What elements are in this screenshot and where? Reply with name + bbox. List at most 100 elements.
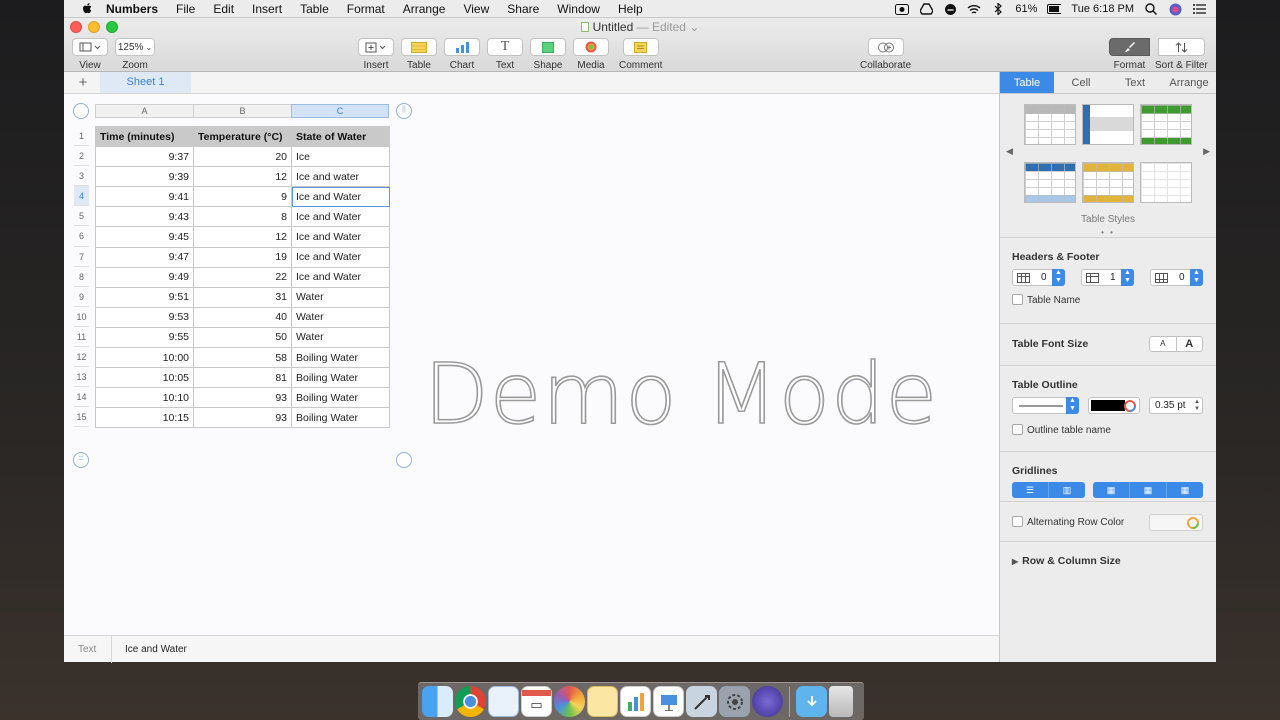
outline-width-field[interactable]: 0.35 pt ▲ ▼	[1149, 397, 1203, 414]
row-header[interactable]: 9	[74, 287, 89, 307]
stepper-arrows-icon[interactable]: ▲ ▼	[1052, 269, 1065, 286]
table-cell[interactable]: 9:45	[95, 226, 194, 248]
table-style-swatch[interactable]	[1082, 104, 1134, 145]
alternating-row-option[interactable]: Alternating Row Color	[1012, 516, 1124, 528]
menu-format[interactable]: Format	[338, 2, 394, 16]
window-title[interactable]: Untitled — Edited ⌄	[64, 20, 1216, 34]
sheet-canvas[interactable]: A B C || 1 2 3 4 5 6 7 8 9 10 11 12 13 1…	[64, 94, 999, 635]
title-chevron-icon[interactable]: ⌄	[689, 20, 699, 34]
table-cell[interactable]: 12	[193, 226, 292, 248]
table-cell[interactable]: 9:51	[95, 286, 194, 308]
row-column-size-disclosure[interactable]: ▶ Row & Column Size	[1012, 555, 1121, 567]
table-cell[interactable]: 50	[193, 326, 292, 349]
row-header[interactable]: 11	[74, 327, 89, 348]
add-column-handle[interactable]: ||	[396, 103, 412, 119]
spotlight-search-icon[interactable]	[1144, 3, 1158, 15]
table-cell[interactable]: 20	[193, 146, 292, 168]
collaborate-button[interactable]	[867, 38, 904, 56]
tab-text[interactable]: Text	[1108, 72, 1162, 93]
stepper-arrows-icon[interactable]: ▲ ▼	[1066, 397, 1079, 414]
table-cell[interactable]: Water	[291, 326, 390, 349]
row-header[interactable]: 12	[74, 347, 89, 368]
menu-window[interactable]: Window	[548, 2, 609, 16]
decrease-font-button[interactable]: A	[1150, 337, 1177, 351]
disclosure-triangle-icon[interactable]: ▶	[1012, 557, 1018, 566]
row-header[interactable]: 10	[74, 307, 89, 327]
screen-record-icon[interactable]	[895, 3, 910, 15]
tab-table[interactable]: Table	[1000, 72, 1054, 93]
system-preferences-icon[interactable]	[719, 686, 750, 717]
color-wheel-icon[interactable]	[1187, 517, 1199, 529]
stepper-arrows-icon[interactable]: ▲ ▼	[1190, 269, 1203, 286]
row-header[interactable]: 15	[74, 407, 89, 428]
alternating-color-well[interactable]	[1149, 514, 1203, 531]
table-cell[interactable]: 9:43	[95, 206, 194, 228]
notification-center-icon[interactable]	[1192, 3, 1206, 15]
menu-table[interactable]: Table	[291, 2, 338, 16]
table-cell[interactable]: 9:55	[95, 326, 194, 349]
row-header[interactable]: 3	[74, 166, 89, 187]
numbers-icon[interactable]	[620, 686, 651, 717]
width-stepper-icon[interactable]: ▲ ▼	[1194, 399, 1200, 413]
table-cell[interactable]: 81	[193, 367, 292, 389]
menu-clock[interactable]: Tue 6:18 PM	[1071, 3, 1134, 15]
header-cell[interactable]: Time (minutes)	[95, 125, 194, 148]
menu-insert[interactable]: Insert	[243, 2, 291, 16]
table-cell[interactable]: 10:15	[95, 407, 194, 429]
stepper-arrows-icon[interactable]: ▲ ▼	[1121, 269, 1134, 286]
vertical-gridlines-icon[interactable]: ▥	[1049, 482, 1085, 498]
chrome-icon[interactable]	[455, 686, 486, 717]
battery-icon[interactable]	[1047, 3, 1062, 15]
body-columns-gridlines-icon[interactable]: ▦	[1130, 482, 1167, 498]
table-style-swatch[interactable]	[1082, 162, 1134, 203]
table-cell[interactable]: Ice	[291, 146, 390, 168]
horizontal-gridlines-icon[interactable]: ☰	[1012, 482, 1049, 498]
tab-sheet-1[interactable]: Sheet 1	[100, 72, 191, 93]
row-header[interactable]: 6	[74, 226, 89, 247]
row-header[interactable]: 8	[74, 267, 89, 287]
downloads-folder-icon[interactable]	[796, 686, 827, 717]
wifi-icon[interactable]	[967, 3, 981, 15]
resize-table-handle[interactable]	[396, 452, 412, 468]
table-cell[interactable]: 22	[193, 266, 292, 288]
format-button[interactable]	[1109, 38, 1150, 56]
table-cell[interactable]: 10:00	[95, 347, 194, 369]
table-select-handle[interactable]	[73, 103, 89, 119]
column-header-a[interactable]: A	[95, 104, 193, 118]
outline-table-name-option[interactable]: Outline table name	[1012, 424, 1111, 436]
table-cell[interactable]: Boiling Water	[291, 407, 390, 429]
xcode-icon[interactable]	[686, 686, 717, 717]
menu-help[interactable]: Help	[609, 2, 652, 16]
outline-style-select[interactable]: ▲ ▼	[1012, 397, 1079, 414]
calendar-icon[interactable]: ▭	[521, 686, 552, 717]
chart-button[interactable]	[444, 38, 480, 56]
table-cell[interactable]: Ice and Water	[291, 226, 390, 248]
table-cell[interactable]: Ice and Water	[291, 246, 390, 268]
table-style-swatch[interactable]	[1024, 162, 1076, 203]
footer-rows-stepper[interactable]: 0 ▲ ▼	[1150, 269, 1203, 286]
column-header-b[interactable]: B	[193, 104, 291, 118]
menu-edit[interactable]: Edit	[204, 2, 243, 16]
table-cell[interactable]: 93	[193, 407, 292, 429]
media-button[interactable]	[573, 38, 609, 56]
table-name-option[interactable]: Table Name	[1012, 294, 1080, 306]
table-cell[interactable]: 31	[193, 286, 292, 308]
table-cell[interactable]: Ice and Water	[291, 186, 390, 208]
tab-cell[interactable]: Cell	[1054, 72, 1108, 93]
table-cell[interactable]: 8	[193, 206, 292, 228]
google-drive-icon[interactable]	[919, 3, 933, 15]
table-cell[interactable]: 10:10	[95, 387, 194, 409]
text-button[interactable]: T	[487, 38, 523, 56]
color-wheel-icon[interactable]	[1124, 400, 1136, 412]
row-header[interactable]: 1	[74, 126, 89, 147]
tab-arrange[interactable]: Arrange	[1162, 72, 1216, 93]
column-header-c[interactable]: C	[291, 104, 389, 118]
page-indicator[interactable]: • •	[1000, 228, 1216, 237]
launchpad-icon[interactable]	[752, 686, 783, 717]
table-cell[interactable]: 9	[193, 186, 292, 208]
row-column-size-section[interactable]: ▶ Row & Column Size	[1000, 542, 1216, 582]
table-cell[interactable]: Boiling Water	[291, 387, 390, 409]
apple-menu-icon[interactable]	[80, 2, 94, 16]
table-cell[interactable]: Boiling Water	[291, 347, 390, 369]
row-header[interactable]: 5	[74, 206, 89, 227]
